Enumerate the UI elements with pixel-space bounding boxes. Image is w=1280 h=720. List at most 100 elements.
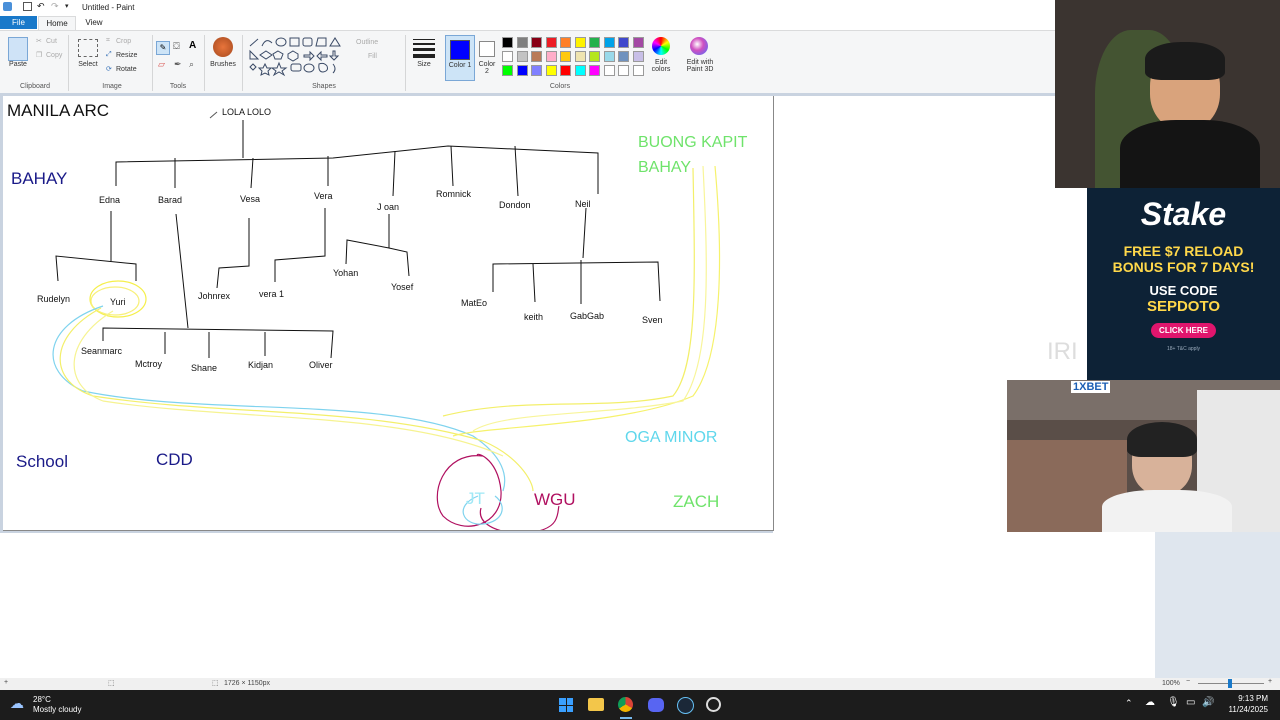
palette-swatch[interactable] <box>618 37 629 48</box>
discord-icon[interactable] <box>648 698 664 712</box>
edit-with-paint3d-button[interactable]: Edit with Paint 3D <box>680 59 720 73</box>
mic-icon[interactable]: 🎙 <box>1167 697 1180 708</box>
palette-swatch[interactable] <box>618 51 629 62</box>
palette-swatch[interactable] <box>516 37 528 48</box>
image-dimensions: 1726 × 1150px <box>224 680 270 687</box>
steam-icon[interactable] <box>677 697 694 714</box>
palette-swatch[interactable] <box>574 65 586 76</box>
streamer2-hair <box>1127 422 1197 457</box>
paste-icon[interactable] <box>8 37 28 61</box>
outline-dropdown[interactable]: Outline <box>356 39 378 46</box>
volume-icon[interactable]: 🔊 <box>1202 697 1214 708</box>
edit-colors-button[interactable]: Edit colors <box>646 59 676 73</box>
zoom-slider-thumb[interactable] <box>1228 679 1232 688</box>
palette-swatch[interactable] <box>560 51 571 62</box>
palette-swatch[interactable] <box>531 51 542 62</box>
weather-icon[interactable]: ☁ <box>10 695 24 712</box>
brushes-button[interactable]: Brushes <box>206 61 240 68</box>
redo-icon[interactable]: ↷ <box>51 2 60 11</box>
network-icon[interactable]: ▭ <box>1186 697 1195 708</box>
shapes-gallery[interactable] <box>247 37 347 77</box>
zoom-in-button[interactable]: + <box>1268 678 1272 685</box>
paste-button[interactable]: Paste <box>4 61 32 68</box>
palette-swatch[interactable] <box>502 65 513 76</box>
cloud-tray-icon[interactable]: ☁ <box>1145 697 1155 708</box>
clock-date[interactable]: 11/24/2025 <box>1222 705 1268 714</box>
file-explorer-icon[interactable] <box>588 698 604 711</box>
select-button[interactable]: Select <box>74 61 102 68</box>
color-picker-icon[interactable]: ✒ <box>174 59 182 70</box>
palette-swatch[interactable] <box>531 37 542 48</box>
tray-chevron-icon[interactable]: ⌃ <box>1125 698 1133 709</box>
palette-swatch[interactable] <box>603 37 615 48</box>
school-label: School <box>16 452 68 471</box>
copy-icon: ❐ <box>36 52 43 59</box>
rotate-button[interactable]: Rotate <box>116 66 137 73</box>
palette-swatch[interactable] <box>502 51 513 62</box>
palette-swatch[interactable] <box>516 51 528 62</box>
palette-swatch[interactable] <box>618 65 629 76</box>
grandchild-seanmarc: Seanmarc <box>81 346 123 356</box>
palette-swatch[interactable] <box>603 51 615 62</box>
zoom-slider[interactable] <box>1198 679 1264 688</box>
palette-swatch[interactable] <box>574 51 586 62</box>
paint3d-icon[interactable] <box>690 37 708 55</box>
tab-view[interactable]: View <box>78 16 110 29</box>
palette-swatch[interactable] <box>589 51 600 62</box>
select-icon[interactable] <box>78 39 98 57</box>
palette-swatch[interactable] <box>589 65 600 76</box>
color1-label: Color 1 <box>448 62 472 69</box>
color2-selector[interactable]: Color 2 <box>476 35 498 79</box>
palette-swatch[interactable] <box>545 65 557 76</box>
palette-swatch[interactable] <box>632 37 644 48</box>
eraser-icon[interactable]: ▱ <box>158 59 165 70</box>
palette-swatch[interactable] <box>574 37 586 48</box>
grandchild-keith: keith <box>524 312 543 322</box>
drawing-canvas[interactable]: MANILA ARC LOLA LOLO BAHAY BUONG KAPIT B… <box>3 96 774 531</box>
cut-button[interactable]: Cut <box>46 38 57 45</box>
grandchild-mateo: MatEo <box>461 298 487 308</box>
size-icon[interactable] <box>413 39 435 58</box>
palette-swatch[interactable] <box>502 37 513 48</box>
palette-swatch[interactable] <box>516 65 528 76</box>
blue-link-line <box>52 305 506 492</box>
customize-quick-access-icon[interactable]: ▾ <box>65 2 74 11</box>
fill-bucket-icon[interactable]: ⛋ <box>173 41 180 52</box>
copy-button[interactable]: Copy <box>46 52 62 59</box>
text-tool-icon[interactable]: A <box>189 40 196 51</box>
palette-swatch[interactable] <box>632 51 644 62</box>
palette-swatch[interactable] <box>589 37 600 48</box>
color-palette[interactable] <box>502 37 652 79</box>
chrome-icon[interactable] <box>618 697 633 712</box>
clock-time[interactable]: 9:13 PM <box>1228 694 1268 703</box>
palette-swatch[interactable] <box>545 51 557 62</box>
save-icon[interactable] <box>23 2 32 11</box>
cursor-position-icon: + <box>4 679 9 686</box>
palette-swatch[interactable] <box>560 37 571 48</box>
palette-swatch[interactable] <box>603 65 615 76</box>
fill-dropdown[interactable]: Fill <box>368 53 377 60</box>
palette-swatch[interactable] <box>632 65 644 76</box>
grandchild-shane: Shane <box>191 363 217 373</box>
zoom-out-button[interactable]: − <box>1186 678 1190 685</box>
family-names: Edna Barad Vesa Vera J oan Romnick Dondo… <box>37 189 663 373</box>
app-icon[interactable] <box>706 697 721 712</box>
ad-cta-button[interactable]: CLICK HERE <box>1151 323 1216 338</box>
stake-ad[interactable]: Stake FREE $7 RELOAD BONUS FOR 7 DAYS! U… <box>1087 188 1280 380</box>
color1-selector[interactable]: Color 1 <box>445 35 475 81</box>
palette-swatch[interactable] <box>545 37 557 48</box>
palette-swatch[interactable] <box>560 65 571 76</box>
file-menu[interactable]: File <box>0 16 37 29</box>
brushes-icon[interactable] <box>213 37 233 57</box>
resize-button[interactable]: Resize <box>116 52 137 59</box>
child-edna: Edna <box>99 195 120 205</box>
undo-icon[interactable]: ↶ <box>37 2 46 11</box>
tab-home[interactable]: Home <box>38 16 76 30</box>
crop-button[interactable]: Crop <box>116 38 131 45</box>
palette-swatch[interactable] <box>531 65 542 76</box>
edit-colors-icon[interactable] <box>652 37 670 55</box>
magnifier-icon[interactable]: ⌕ <box>189 59 194 70</box>
start-icon[interactable] <box>559 698 573 712</box>
size-button[interactable]: Size <box>410 61 438 68</box>
pencil-icon[interactable]: ✎ <box>156 41 170 55</box>
